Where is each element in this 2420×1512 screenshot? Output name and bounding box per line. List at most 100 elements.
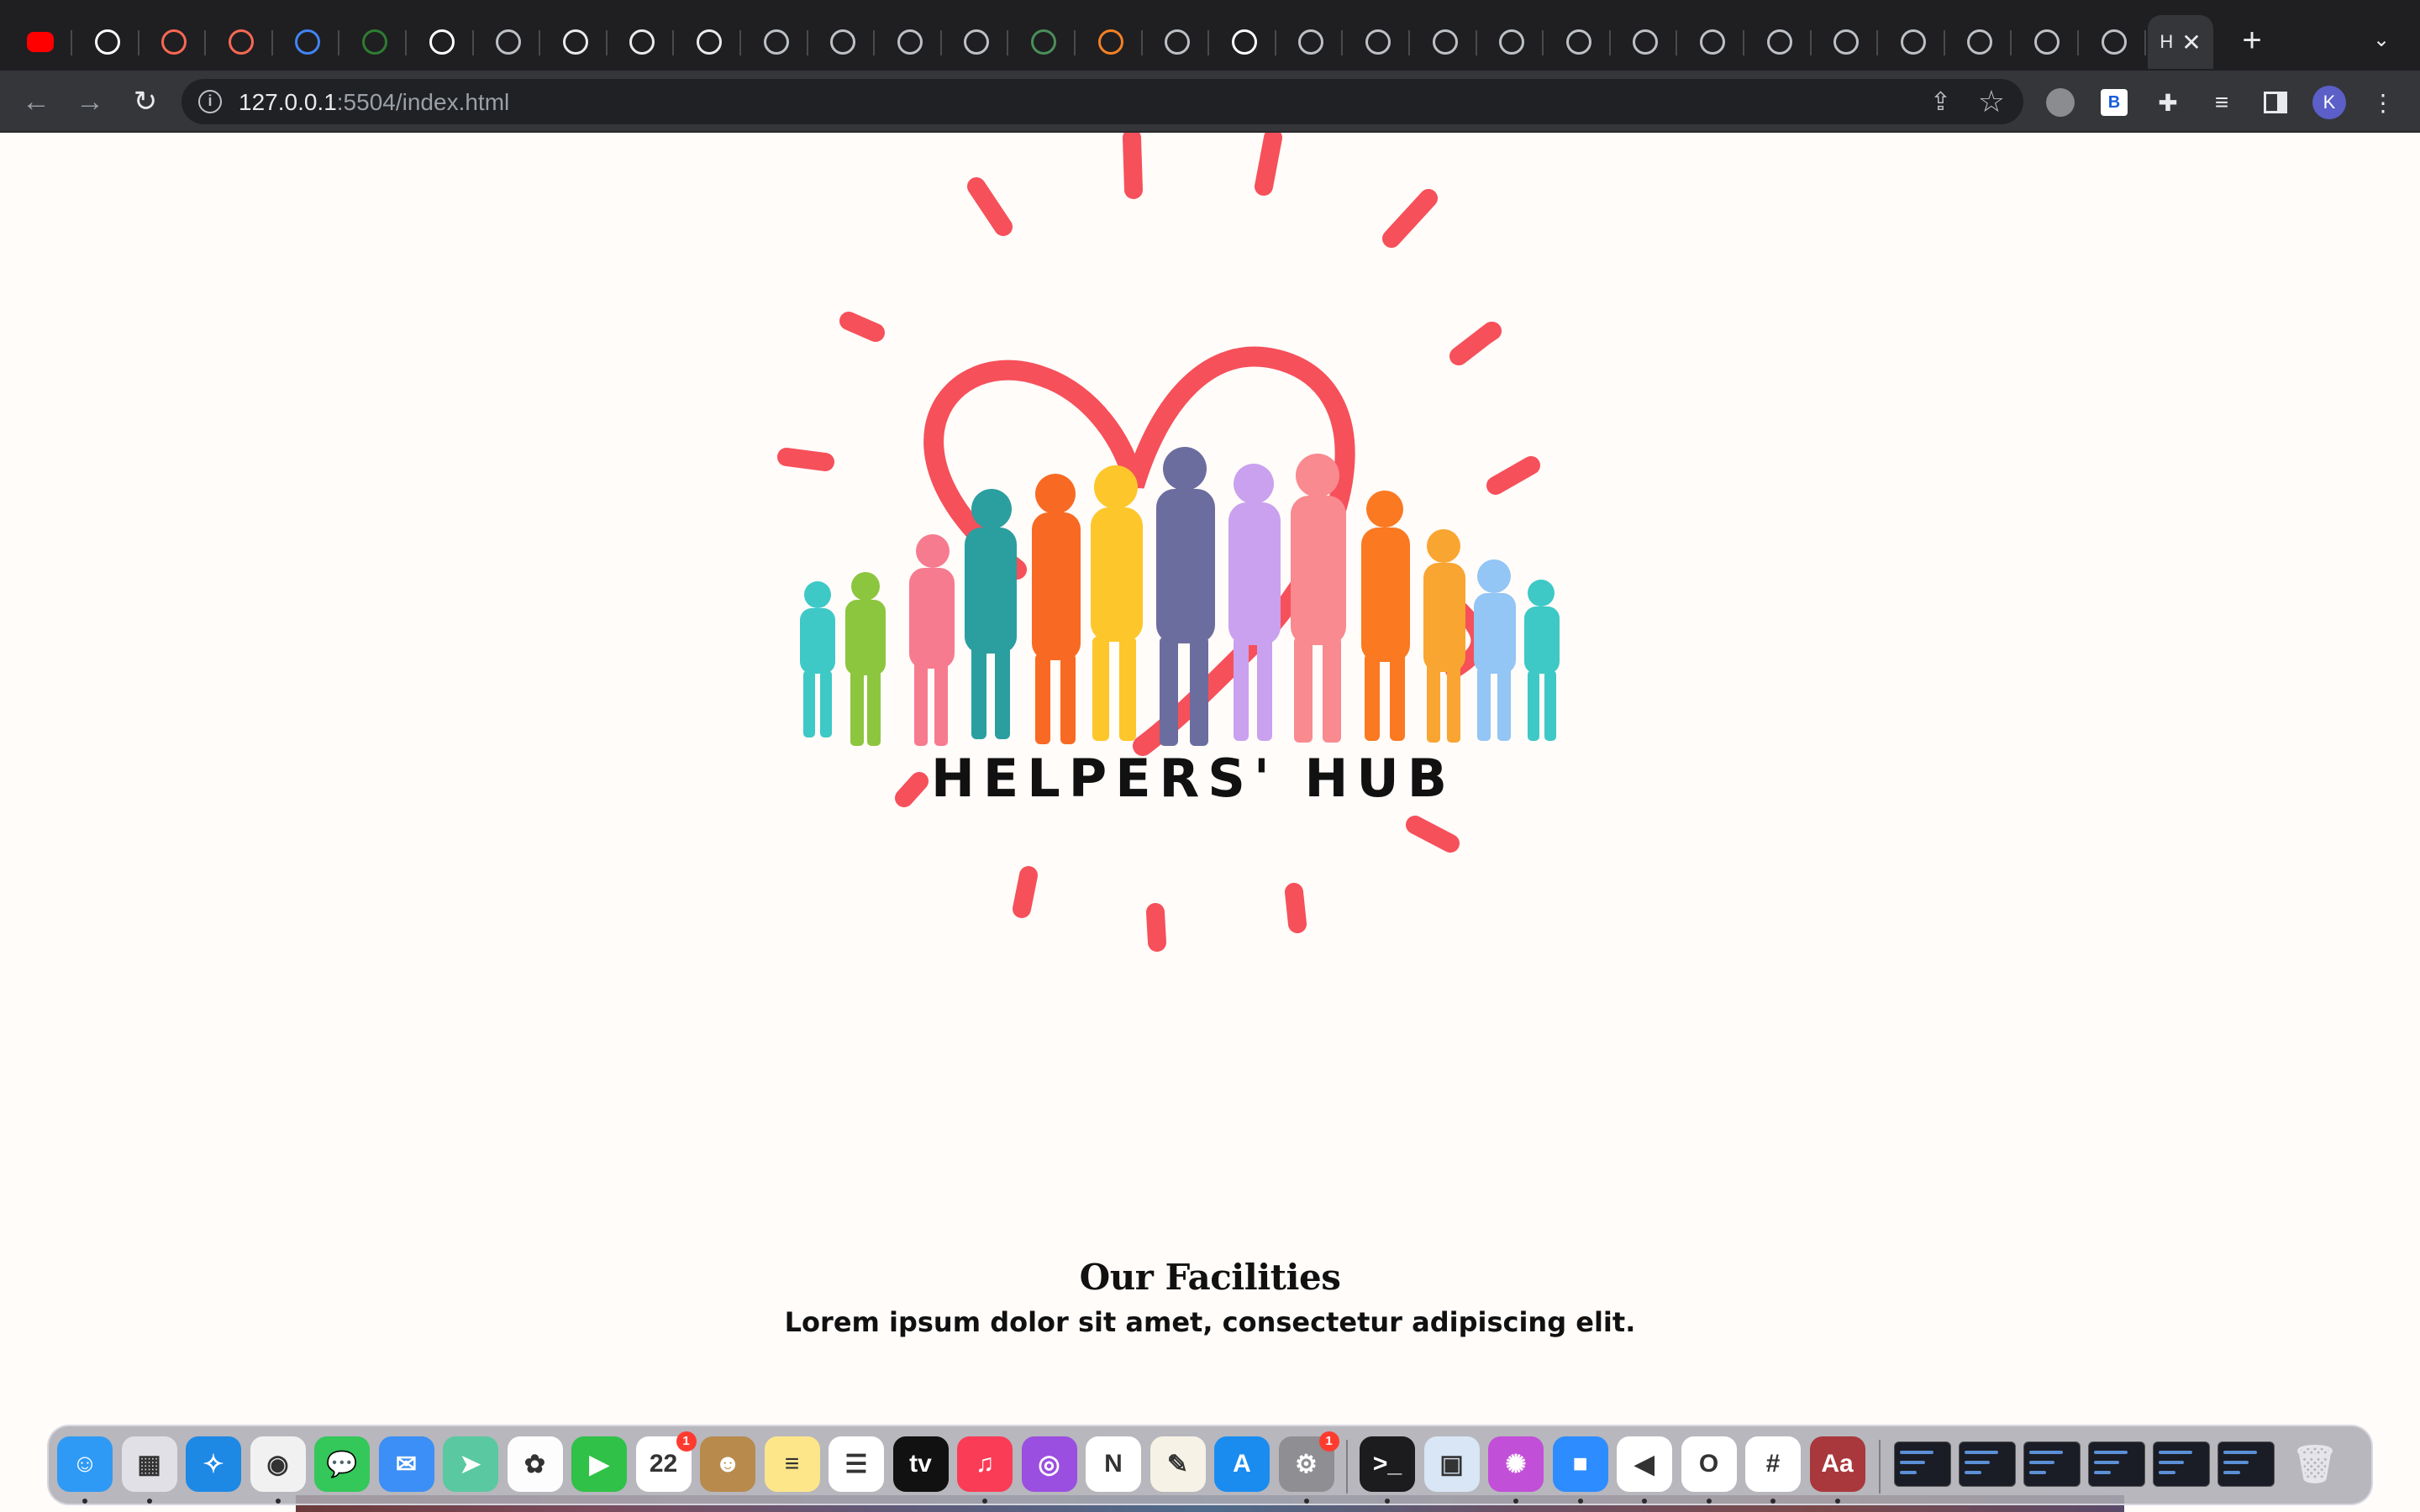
- browser-tab[interactable]: [544, 15, 608, 69]
- browser-tab[interactable]: [878, 15, 942, 69]
- browser-tab[interactable]: [1681, 15, 1744, 69]
- browser-tab[interactable]: [276, 15, 340, 69]
- chrome-window[interactable]: [1894, 1441, 1951, 1487]
- maps-icon[interactable]: ➤: [443, 1436, 498, 1492]
- apple-tv-window[interactable]: [1959, 1441, 2016, 1487]
- browser-tab[interactable]: [1480, 15, 1544, 69]
- extensions-puzzle-icon[interactable]: ✚: [2151, 86, 2185, 119]
- reading-list-icon[interactable]: ≡: [2205, 86, 2238, 119]
- tab-separator: [1207, 30, 1210, 55]
- globe-icon: [1700, 29, 1725, 55]
- terminal-icon[interactable]: >_: [1360, 1436, 1415, 1492]
- browser-tab[interactable]: [1213, 15, 1276, 69]
- contacts-icon[interactable]: ☻: [700, 1436, 755, 1492]
- podcasts-icon[interactable]: ◎: [1021, 1436, 1077, 1492]
- infinity-icon: [362, 29, 387, 55]
- share-icon[interactable]: ⇪: [1930, 87, 1951, 117]
- new-tab-button[interactable]: +: [2230, 18, 2274, 62]
- browser-tab[interactable]: [1748, 15, 1812, 69]
- reminders-icon[interactable]: ☰: [829, 1436, 884, 1492]
- notes-icon[interactable]: ≡: [764, 1436, 820, 1492]
- site-info-icon[interactable]: i: [198, 90, 222, 113]
- vscode-window[interactable]: [2023, 1441, 2081, 1487]
- browser-tab[interactable]: [1613, 15, 1678, 69]
- apple-tv-icon[interactable]: tv: [892, 1436, 949, 1492]
- tab-active[interactable]: H ✕: [2148, 15, 2213, 69]
- profile-avatar[interactable]: K: [2312, 86, 2346, 119]
- browser-tab[interactable]: [2015, 15, 2079, 69]
- messages-icon[interactable]: 💬: [314, 1436, 370, 1492]
- side-panel-icon[interactable]: [2259, 86, 2292, 119]
- browser-tab[interactable]: [1279, 15, 1344, 69]
- reload-icon[interactable]: ↻: [126, 82, 165, 121]
- tab-separator: [1542, 30, 1544, 55]
- browser-menu-icon[interactable]: ⋮: [2366, 86, 2400, 119]
- close-tab-icon[interactable]: ✕: [2181, 29, 2201, 56]
- browser-tab[interactable]: [677, 15, 741, 69]
- flower-app-icon[interactable]: ✺: [1488, 1436, 1544, 1492]
- outlook-icon[interactable]: O: [1681, 1436, 1737, 1492]
- safari-icon[interactable]: ✧: [186, 1436, 241, 1492]
- forward-arrow-icon[interactable]: →: [71, 82, 109, 121]
- back-arrow-icon[interactable]: ←: [17, 82, 55, 121]
- bookmark-star-icon[interactable]: ☆: [1978, 84, 2005, 119]
- browser-tab[interactable]: [1012, 15, 1076, 69]
- globe-icon: [1967, 29, 1993, 55]
- tab-separator: [605, 30, 608, 55]
- browser-tab[interactable]: [1079, 15, 1143, 69]
- tab-separator: [806, 30, 808, 55]
- url-text[interactable]: 127.0.0.1:5504/index.html: [239, 89, 509, 116]
- browser-tab[interactable]: [343, 15, 407, 69]
- browser-tab[interactable]: [476, 15, 541, 69]
- browser-tab[interactable]: [1145, 15, 1210, 69]
- browser-tab[interactable]: [2082, 15, 2146, 69]
- bitwarden-extension-icon[interactable]: B: [2097, 86, 2131, 119]
- slack-icon[interactable]: #: [1745, 1436, 1801, 1492]
- music-icon[interactable]: ♫: [957, 1436, 1013, 1492]
- system-settings-icon[interactable]: ⚙ 1: [1278, 1431, 1339, 1492]
- tab-separator: [873, 30, 876, 55]
- browser-tab[interactable]: [1413, 15, 1477, 69]
- vscode-window[interactable]: [2217, 1441, 2275, 1487]
- dictionary-icon[interactable]: Aa: [1809, 1436, 1865, 1492]
- finder-icon[interactable]: ☺: [57, 1436, 113, 1492]
- browser-tab[interactable]: [410, 15, 474, 69]
- browser-tab[interactable]: [8, 15, 72, 69]
- tab-separator: [1676, 30, 1678, 55]
- document-icon: [629, 29, 655, 55]
- browser-tab[interactable]: [1948, 15, 2012, 69]
- photos-icon[interactable]: ✿: [507, 1436, 563, 1492]
- zoom-icon[interactable]: ■: [1552, 1436, 1608, 1492]
- dock-divider: [1346, 1440, 1348, 1494]
- browser-tab[interactable]: [1346, 15, 1410, 69]
- facetime-icon[interactable]: ▶: [571, 1436, 627, 1492]
- browser-tab[interactable]: [1547, 15, 1611, 69]
- browser-tab[interactable]: [811, 15, 876, 69]
- browser-tab[interactable]: [142, 15, 207, 69]
- finder-window[interactable]: [2088, 1441, 2145, 1487]
- trash-icon[interactable]: 🗑: [2287, 1436, 2343, 1492]
- browser-tab[interactable]: [1881, 15, 1945, 69]
- news-icon[interactable]: N: [1086, 1436, 1141, 1492]
- tab-search-chevron-icon[interactable]: ⌄: [2363, 22, 2400, 59]
- vscode-icon[interactable]: ◀: [1617, 1436, 1672, 1492]
- chrome-icon[interactable]: ◉: [250, 1436, 306, 1492]
- chrome-window[interactable]: [2153, 1441, 2210, 1487]
- browser-tab[interactable]: [209, 15, 273, 69]
- people-silhouettes: [800, 447, 1560, 746]
- launchpad-icon[interactable]: ▦: [121, 1436, 177, 1492]
- browser-tab[interactable]: [744, 15, 808, 69]
- app-store-icon[interactable]: A: [1214, 1436, 1270, 1492]
- preview-icon[interactable]: ▣: [1423, 1436, 1480, 1492]
- browser-tab[interactable]: [944, 15, 1009, 69]
- tab-separator: [405, 30, 407, 55]
- pages-icon[interactable]: ✎: [1150, 1436, 1206, 1492]
- speed-extension-icon[interactable]: [2044, 86, 2077, 119]
- browser-tab[interactable]: [76, 15, 139, 69]
- browser-tab[interactable]: [1814, 15, 1879, 69]
- browser-tab[interactable]: [610, 15, 675, 69]
- running-indicator: [1385, 1499, 1390, 1504]
- address-bar[interactable]: i 127.0.0.1:5504/index.html ⇪ ☆: [182, 79, 2023, 124]
- calendar-icon[interactable]: 22 1: [635, 1431, 697, 1492]
- mail-icon[interactable]: ✉: [378, 1436, 434, 1492]
